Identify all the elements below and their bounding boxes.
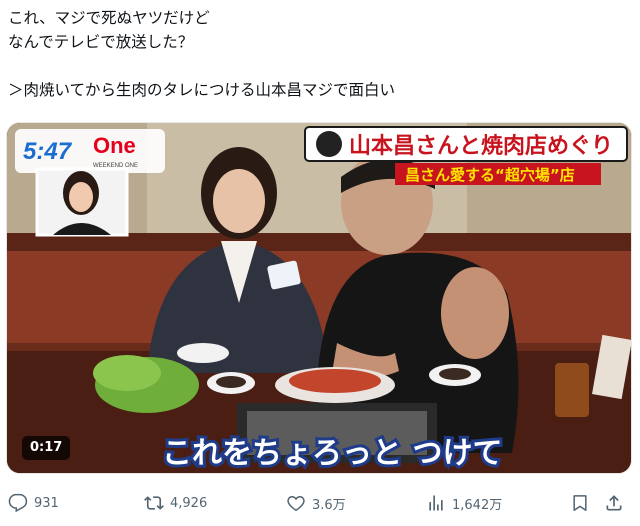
program-logo: One [93, 133, 136, 158]
views-button[interactable]: 1,642万 [426, 488, 502, 518]
reply-button[interactable]: 931 [8, 488, 59, 518]
subtitle-banner: 昌さん愛する“超穴場”店 [405, 166, 575, 184]
post-text: これ、マジで死ぬヤツだけど なんでテレビで放送した？ ＞肉焼いてから生肉のタレに… [8, 6, 628, 102]
post-text-line: これ、マジで死ぬヤツだけど [8, 9, 210, 27]
repost-icon [144, 496, 164, 510]
bookmark-icon [573, 495, 587, 511]
bar-chart-icon [429, 495, 443, 511]
reply-icon [8, 493, 28, 513]
action-bar: 931 4,926 3.6万 1,642万 [0, 488, 640, 518]
like-button[interactable]: 3.6万 [286, 488, 346, 518]
views-count: 1,642万 [452, 497, 503, 513]
share-icon [606, 495, 622, 511]
heart-icon [287, 495, 305, 512]
video-player[interactable]: 5:47 One WEEKEND ONE 山本昌さんと焼肉店めぐり 昌さん愛する… [6, 122, 632, 474]
video-caption: これをちょろっと つけて [162, 436, 502, 471]
repost-count: 4,926 [170, 495, 208, 511]
reply-count: 931 [34, 495, 59, 511]
repost-button[interactable]: 4,926 [144, 488, 207, 518]
share-button[interactable] [604, 488, 624, 518]
title-banner: 山本昌さんと焼肉店めぐり [349, 133, 613, 159]
post-text-line [8, 54, 628, 78]
program-time: 5:47 [23, 138, 73, 165]
video-duration: 0:17 [22, 436, 71, 460]
bookmark-button[interactable] [570, 488, 590, 518]
post-text-line: ＞肉焼いてから生肉のタレにつける山本昌マジで面白い [8, 81, 396, 99]
video-frame: 5:47 One WEEKEND ONE 山本昌さんと焼肉店めぐり 昌さん愛する… [7, 123, 631, 473]
post-text-line: なんでテレビで放送した？ [8, 33, 194, 51]
like-count: 3.6万 [312, 497, 346, 513]
